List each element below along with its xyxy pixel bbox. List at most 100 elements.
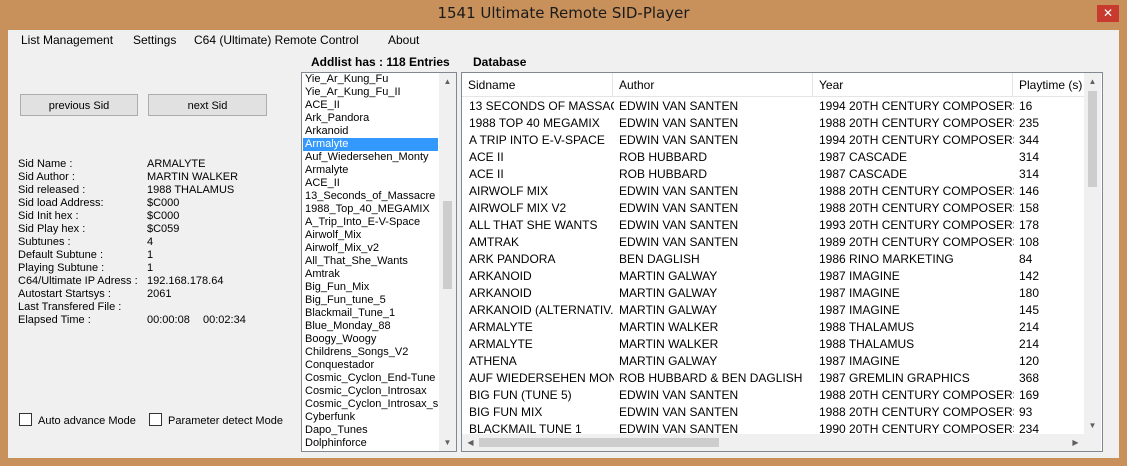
addlist-item[interactable]: Auf_Wiedersehen_Monty: [303, 151, 438, 164]
table-row[interactable]: ALL THAT SHE WANTS EDWIN VAN SANTEN 1993 2…: [462, 217, 1087, 234]
cell-sidname: 1988 TOP 40 MEGAMIX: [469, 116, 600, 130]
close-button[interactable]: ✕: [1097, 5, 1119, 22]
scroll-up-icon[interactable]: ▲: [439, 73, 456, 90]
addlist-item[interactable]: Big_Fun_tune_5: [303, 294, 438, 307]
menu-settings[interactable]: Settings: [133, 33, 176, 47]
table-row[interactable]: ARK PANDORA BEN DAGLISH 1986 RINO MARKETIN…: [462, 251, 1087, 268]
table-row[interactable]: AIRWOLF MIX V2 EDWIN VAN SANTEN 1988 20TH …: [462, 200, 1087, 217]
cell-year: 1988 THALAMUS: [819, 337, 915, 351]
menu-about[interactable]: About: [388, 33, 419, 47]
total-time: 00:02:34: [203, 314, 246, 326]
table-row[interactable]: AIRWOLF MIX EDWIN VAN SANTEN 1988 20TH CEN…: [462, 183, 1087, 200]
addlist-item[interactable]: Cyberfunk: [303, 411, 438, 424]
database-grid[interactable]: Sidname Author Year Playtime (s) 13 SECO…: [461, 72, 1103, 452]
checkbox-box[interactable]: [149, 413, 162, 426]
checkbox-box[interactable]: [19, 413, 32, 426]
info-label: Default Subtune :: [18, 249, 104, 261]
table-row[interactable]: ARKANOID MARTIN GALWAY 1987 IMAGINE 180: [462, 285, 1087, 302]
table-row[interactable]: AMTRAK EDWIN VAN SANTEN 1989 20TH CENTURY …: [462, 234, 1087, 251]
parameter-detect-checkbox[interactable]: Parameter detect Mode: [149, 413, 283, 429]
table-row[interactable]: 1988 TOP 40 MEGAMIX EDWIN VAN SANTEN 1988 …: [462, 115, 1087, 132]
table-row[interactable]: ATHENA MARTIN GALWAY 1987 IMAGINE 120: [462, 353, 1087, 370]
addlist-item[interactable]: 13_Seconds_of_Massacre: [303, 190, 438, 203]
menu-remote-control[interactable]: C64 (Ultimate) Remote Control: [194, 33, 359, 47]
scroll-down-icon[interactable]: ▼: [1084, 417, 1101, 434]
previous-sid-button[interactable]: previous Sid: [20, 94, 138, 116]
addlist-item[interactable]: Childrens_Songs_V2: [303, 346, 438, 359]
addlist-item[interactable]: Conquestador: [303, 359, 438, 372]
menu-list-management[interactable]: List Management: [21, 33, 113, 47]
table-row[interactable]: A TRIP INTO E-V-SPACE EDWIN VAN SANTEN 199…: [462, 132, 1087, 149]
cell-year: 1987 IMAGINE: [819, 303, 900, 317]
info-label: Sid released :: [18, 184, 86, 196]
addlist-item[interactable]: Cosmic_Cyclon_End-Tune: [303, 372, 438, 385]
table-row[interactable]: ARKANOID (ALTERNATIV... MARTIN GALWAY 1987…: [462, 302, 1087, 319]
addlist-item[interactable]: Arkanoid: [303, 125, 438, 138]
scroll-thumb[interactable]: [479, 438, 719, 447]
addlist-item[interactable]: Ark_Pandora: [303, 112, 438, 125]
addlist-item[interactable]: ACE_II: [303, 177, 438, 190]
title-bar[interactable]: 1541 Ultimate Remote SID-Player ✕: [0, 0, 1127, 30]
cell-playtime: 235: [1019, 116, 1040, 130]
addlist-item[interactable]: All_That_She_Wants: [303, 255, 438, 268]
addlist-item[interactable]: Yie_Ar_Kung_Fu: [303, 73, 438, 86]
table-row[interactable]: ACE II ROB HUBBARD 1987 CASCADE 314: [462, 166, 1087, 183]
table-row[interactable]: BIG FUN MIX EDWIN VAN SANTEN 1988 20TH CEN…: [462, 404, 1087, 421]
column-header-year[interactable]: Year: [813, 73, 1013, 97]
scroll-thumb[interactable]: [443, 201, 452, 289]
scroll-thumb[interactable]: [1088, 91, 1097, 187]
scrollbar-corner: [1084, 434, 1101, 451]
cell-author: EDWIN VAN SANTEN: [619, 99, 739, 113]
auto-advance-checkbox[interactable]: Auto advance Mode: [19, 413, 136, 429]
info-value: 4: [147, 236, 154, 248]
scroll-left-icon[interactable]: ◀: [462, 434, 479, 451]
addlist-item[interactable]: Amtrak: [303, 268, 438, 281]
addlist-item[interactable]: Armalyte: [303, 164, 438, 177]
info-label: Sid Name :: [18, 158, 73, 170]
cell-year: 1993 20TH CENTURY COMPOSERS: [819, 218, 1014, 232]
addlist-item[interactable]: Blackmail_Tune_1: [303, 307, 438, 320]
next-sid-button[interactable]: next Sid: [148, 94, 267, 116]
grid-vertical-scrollbar[interactable]: ▲ ▼: [1084, 73, 1101, 434]
column-header-author[interactable]: Author: [613, 73, 813, 97]
addlist-item[interactable]: Blue_Monday_88: [303, 320, 438, 333]
cell-author: MARTIN GALWAY: [619, 303, 718, 317]
cell-year: 1988 20TH CENTURY COMPOSERS: [819, 201, 1014, 215]
scroll-right-icon[interactable]: ▶: [1067, 434, 1084, 451]
addlist-item[interactable]: Armalyte: [303, 138, 438, 151]
table-row[interactable]: ARKANOID MARTIN GALWAY 1987 IMAGINE 142: [462, 268, 1087, 285]
table-row[interactable]: BIG FUN (TUNE 5) EDWIN VAN SANTEN 1988 20T…: [462, 387, 1087, 404]
info-value: ARMALYTE: [147, 158, 206, 170]
addlist-item[interactable]: Dolphinforce: [303, 437, 438, 450]
info-value: $C059: [147, 223, 180, 235]
addlist-item[interactable]: 1988_Top_40_MEGAMIX: [303, 203, 438, 216]
addlist-item[interactable]: Airwolf_Mix: [303, 229, 438, 242]
table-row[interactable]: ARMALYTE MARTIN WALKER 1988 THALAMUS 214: [462, 336, 1087, 353]
cell-author: MARTIN GALWAY: [619, 354, 718, 368]
table-row[interactable]: AUF WIEDERSEHEN MON... ROB HUBBARD & BEN …: [462, 370, 1087, 387]
addlist-item[interactable]: Cosmic_Cyclon_Introsax: [303, 385, 438, 398]
addlist-item[interactable]: ACE_II: [303, 99, 438, 112]
addlist-item[interactable]: Boogy_Woogy: [303, 333, 438, 346]
cell-year: 1994 20TH CENTURY COMPOSERS: [819, 99, 1014, 113]
addlist-item[interactable]: Cosmic_Cyclon_Introsax_sh: [303, 398, 438, 411]
addlist-item[interactable]: A_Trip_Into_E-V-Space: [303, 216, 438, 229]
info-label: Sid Author :: [18, 171, 75, 183]
addlist-listbox[interactable]: Yie_Ar_Kung_Fu Yie_Ar_Kung_Fu_II ACE_II Ark…: [301, 72, 457, 452]
column-header-playtime[interactable]: Playtime (s): [1013, 73, 1087, 97]
table-row[interactable]: ACE II ROB HUBBARD 1987 CASCADE 314: [462, 149, 1087, 166]
table-row[interactable]: ARMALYTE MARTIN WALKER 1988 THALAMUS 214: [462, 319, 1087, 336]
scroll-up-icon[interactable]: ▲: [1084, 73, 1101, 90]
addlist-item[interactable]: Yie_Ar_Kung_Fu_II: [303, 86, 438, 99]
grid-horizontal-scrollbar[interactable]: ◀ ▶: [462, 434, 1084, 451]
parameter-detect-label: Parameter detect Mode: [168, 415, 283, 427]
column-header-sidname[interactable]: Sidname: [462, 73, 613, 97]
addlist-vertical-scrollbar[interactable]: ▲ ▼: [439, 73, 456, 451]
scroll-down-icon[interactable]: ▼: [439, 434, 456, 451]
info-value: MARTIN WALKER: [147, 171, 239, 183]
addlist-item[interactable]: Dapo_Tunes: [303, 424, 438, 437]
table-row[interactable]: 13 SECONDS OF MASSAC... EDWIN VAN SANTEN 1…: [462, 98, 1087, 115]
addlist-item[interactable]: Airwolf_Mix_v2: [303, 242, 438, 255]
info-label: Autostart Startsys :: [18, 288, 111, 300]
addlist-item[interactable]: Big_Fun_Mix: [303, 281, 438, 294]
